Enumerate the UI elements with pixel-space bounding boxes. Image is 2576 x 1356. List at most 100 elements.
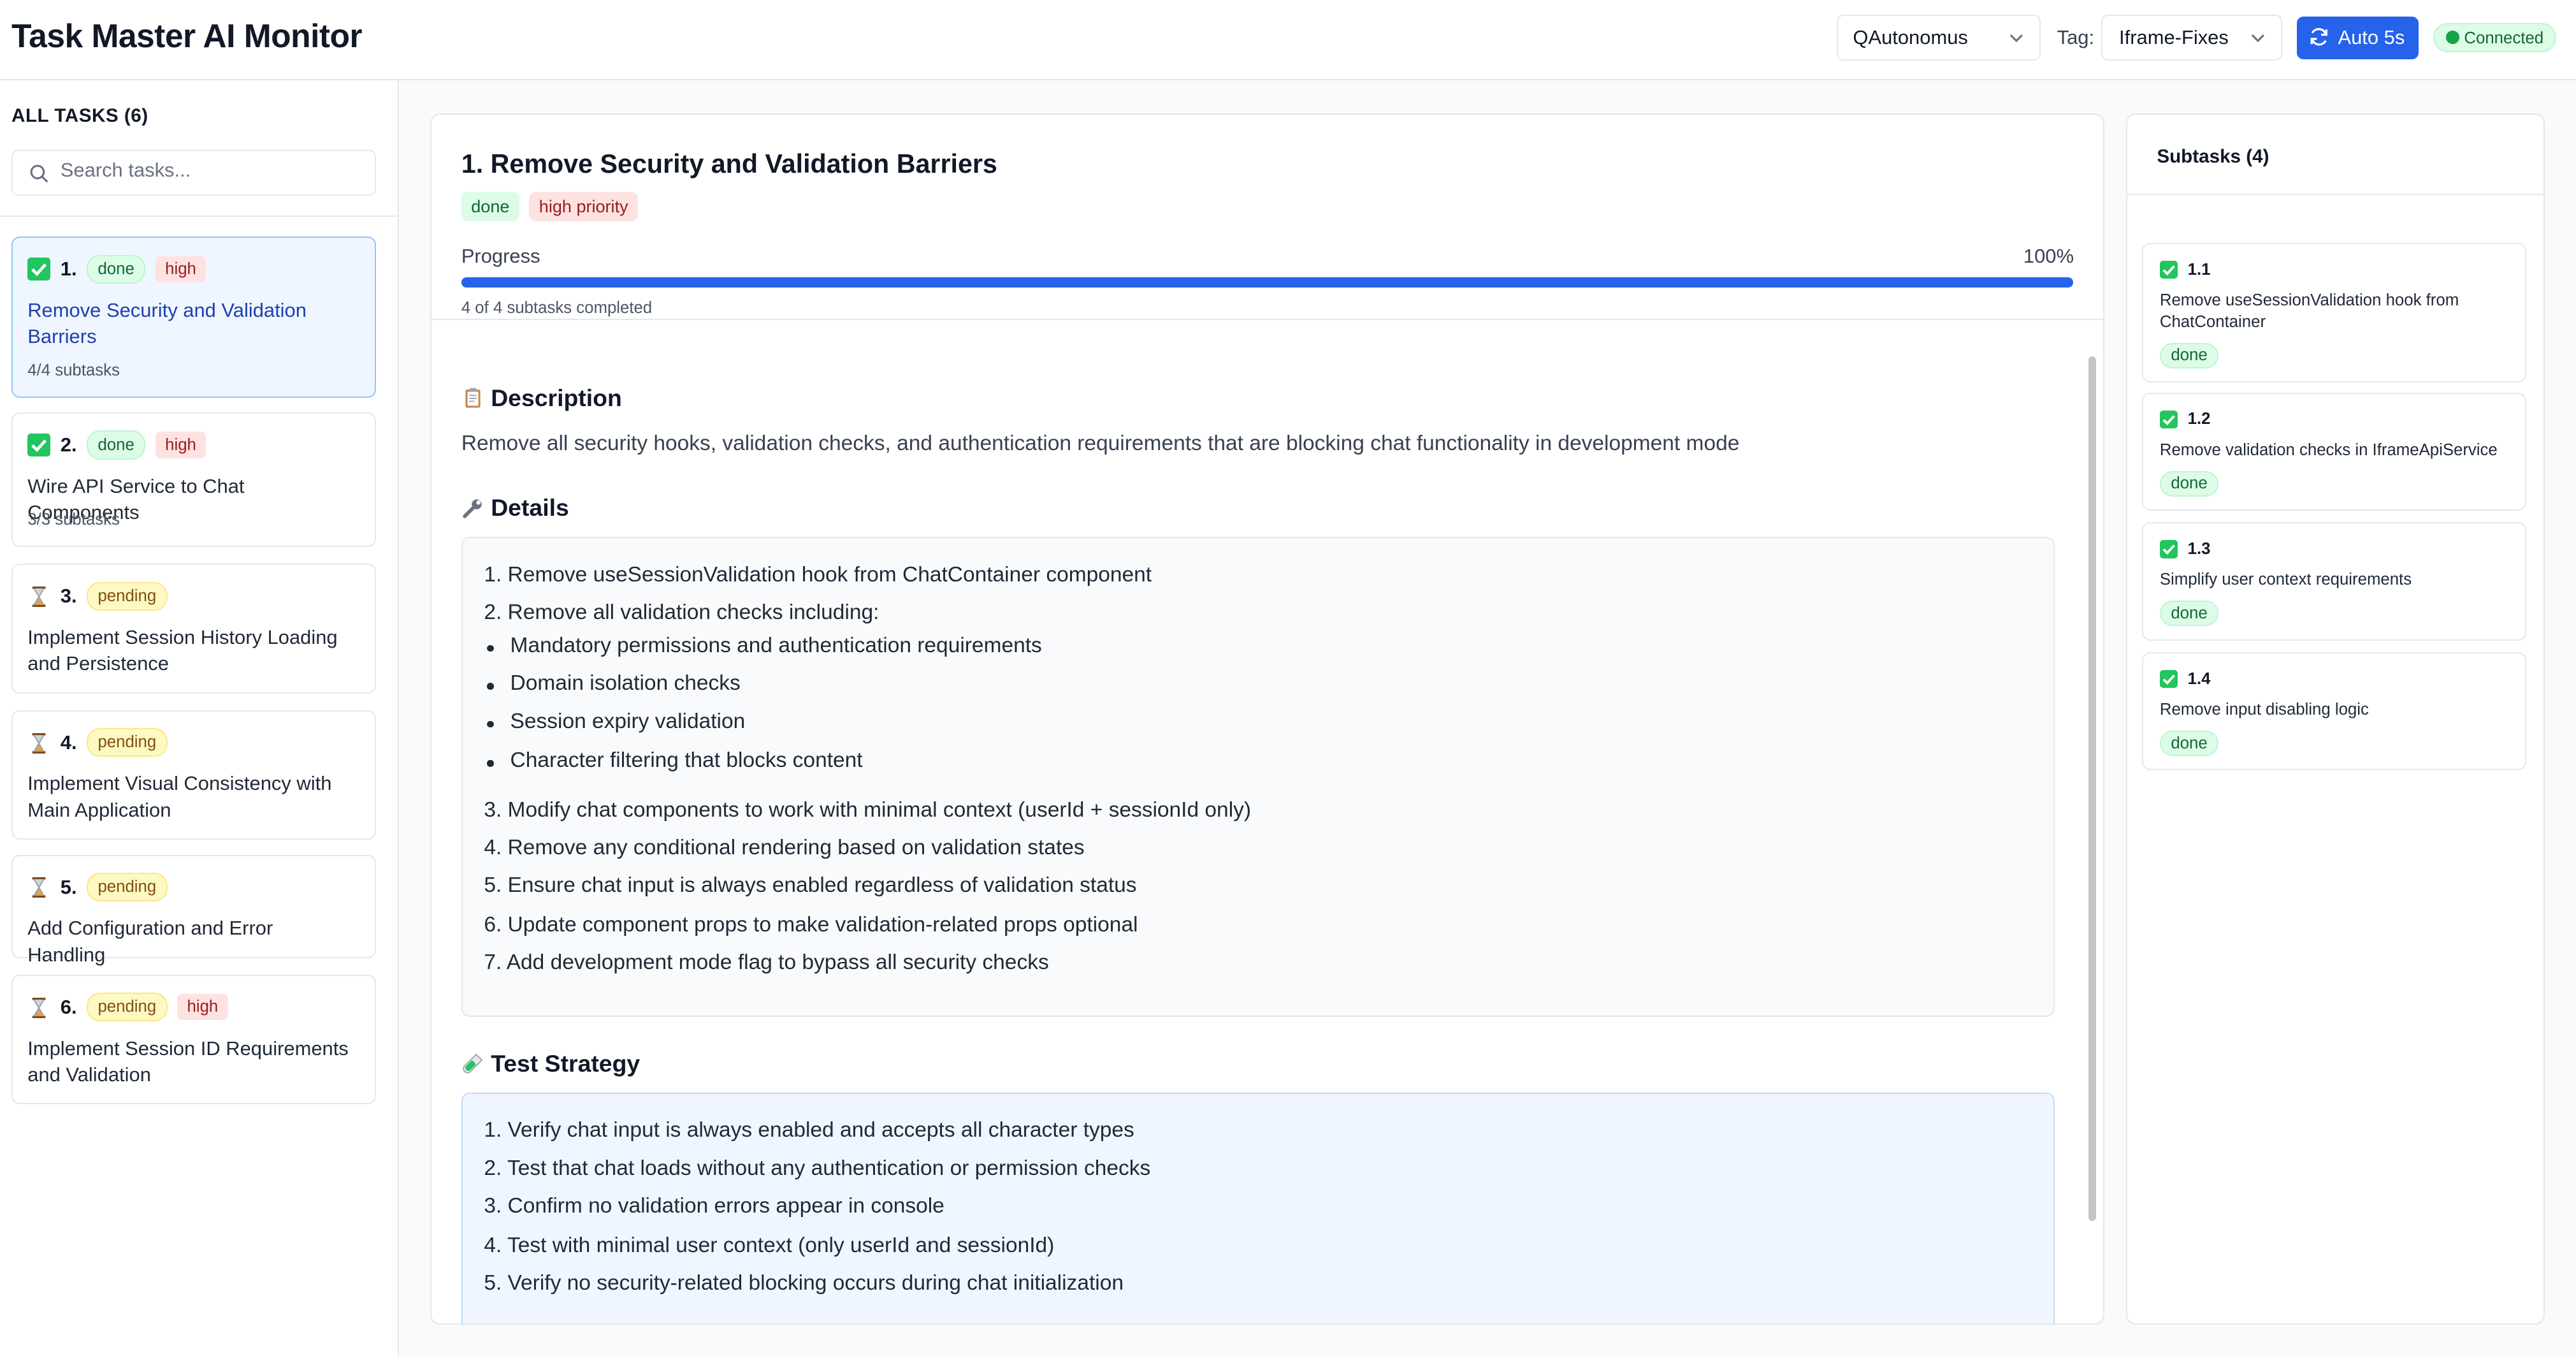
subtasks-heading: Subtasks (4) (2157, 145, 2269, 167)
test-strategy-heading-label: Test Strategy (491, 1049, 640, 1077)
priority-badge: high priority (529, 192, 639, 222)
task-card-2[interactable]: 2. done high Wire API Service to Chat Co… (11, 412, 377, 548)
top-header: Task Master AI Monitor QAutonomus Tag: I… (0, 0, 2576, 81)
task-card-1[interactable]: 1. done high Remove Security and Validat… (11, 237, 377, 398)
task-card-5[interactable]: 5. pending Add Configuration and Error H… (11, 854, 377, 966)
details-step: 3. Modify chat components to work with m… (484, 798, 1252, 822)
status-badge: pending (87, 728, 168, 757)
divider (0, 215, 398, 217)
priority-badge: high (155, 432, 206, 458)
description-heading-label: Description (491, 384, 622, 411)
details-bullet-text: Mandatory permissions and authentication… (510, 633, 1042, 657)
subtask-id: 1.4 (2187, 669, 2211, 688)
task-card-4[interactable]: 4. pending Implement Visual Consistency … (11, 710, 377, 840)
subtask-title: Remove validation checks in IframeApiSer… (2159, 441, 2498, 459)
subtask-card-1-4[interactable]: 1.4 Remove input disabling logic done (2142, 652, 2527, 771)
progress-bar-fill (461, 277, 2073, 288)
subtask-count: 4/4 subtasks (27, 361, 120, 379)
task-number: 6. (60, 995, 77, 1018)
task-title: Implement Session ID Requirements and Va… (27, 1037, 349, 1086)
priority-badge: high (155, 256, 206, 282)
task-number: 2. (60, 434, 77, 456)
details-step: 7. Add development mode flag to bypass a… (484, 951, 1049, 975)
auto-refresh-button[interactable]: Auto 5s (2297, 16, 2419, 59)
check-icon (2159, 410, 2178, 428)
task-title: Implement Visual Consistency with Main A… (27, 772, 332, 821)
subtask-id: 1.1 (2187, 260, 2211, 279)
details-heading: Details (461, 494, 569, 521)
test-step: 3. Confirm no validation errors appear i… (484, 1194, 944, 1218)
status-dot-icon (2446, 31, 2459, 44)
details-step: 4. Remove any conditional rendering base… (484, 836, 1085, 860)
status-badge: done (2159, 470, 2219, 497)
subtask-title: Remove input disabling logic (2159, 701, 2369, 719)
divider (2127, 193, 2543, 196)
details-bullet-text: Character filtering that blocks content (510, 748, 863, 773)
search-box[interactable] (11, 149, 377, 196)
content-scrollbar[interactable] (2085, 350, 2099, 1294)
task-card-6[interactable]: 6. pending high Implement Session ID Req… (11, 974, 377, 1105)
check-icon (27, 258, 51, 281)
wrench-icon (461, 497, 484, 520)
test-strategy-box: 1. Verify chat input is always enabled a… (461, 1092, 2055, 1323)
tag-select-value: Iframe-Fixes (2119, 26, 2229, 48)
subtask-card-1-2[interactable]: 1.2 Remove validation checks in IframeAp… (2142, 392, 2527, 511)
test-step: 1. Verify chat input is always enabled a… (484, 1118, 1134, 1142)
task-detail-panel: 1. Remove Security and Validation Barrie… (430, 113, 2105, 1325)
details-bullet-text: Session expiry validation (510, 709, 746, 733)
details-step: 2. Remove all validation checks includin… (484, 601, 879, 625)
hourglass-icon (27, 996, 50, 1019)
status-badge: done (461, 192, 519, 222)
status-badge: done (87, 254, 146, 284)
auto-refresh-label: Auto 5s (2338, 26, 2405, 49)
check-icon (2159, 669, 2178, 689)
hourglass-icon (27, 585, 50, 608)
subtask-id: 1.3 (2187, 539, 2211, 558)
subtask-title: Simplify user context requirements (2159, 571, 2412, 589)
task-title: Add Configuration and Error Handling (27, 917, 273, 966)
details-step: 5. Ensure chat input is always enabled r… (484, 873, 1137, 898)
details-box: 1. Remove useSessionValidation hook from… (461, 537, 2055, 1017)
progress-subtext: 4 of 4 subtasks completed (461, 298, 653, 317)
project-select[interactable]: QAutonomus (1837, 15, 2041, 61)
status-badge: done (2159, 342, 2219, 368)
description-text: Remove all security hooks, validation ch… (461, 432, 1740, 456)
details-step: 1. Remove useSessionValidation hook from… (484, 563, 1152, 587)
search-icon (30, 164, 48, 183)
tag-select[interactable]: Iframe-Fixes (2101, 15, 2282, 61)
subtask-title: Remove useSessionValidation hook from Ch… (2159, 291, 2459, 331)
test-step: 2. Test that chat loads without any auth… (484, 1156, 1151, 1180)
status-badge: done (2159, 731, 2219, 757)
check-icon (27, 433, 51, 457)
clipboard-icon (461, 386, 484, 409)
task-title: Implement Session History Loading and Pe… (27, 626, 338, 675)
subtask-card-1-3[interactable]: 1.3 Simplify user context requirements d… (2142, 522, 2527, 641)
task-number: 3. (60, 585, 77, 608)
details-step: 6. Update component props to make valida… (484, 913, 1138, 937)
status-badge: done (2159, 601, 2219, 627)
scrollbar-thumb[interactable] (2088, 356, 2097, 1221)
progress-bar (461, 277, 2073, 288)
progress-percent: 100% (2023, 244, 2074, 267)
connection-status-label: Connected (2464, 29, 2544, 47)
refresh-icon (2310, 28, 2327, 46)
status-badge: pending (87, 993, 168, 1022)
test-strategy-heading: Test Strategy (461, 1050, 640, 1077)
search-input[interactable] (60, 159, 356, 182)
description-heading: Description (461, 384, 622, 412)
details-heading-label: Details (491, 494, 569, 521)
hourglass-icon (27, 875, 50, 898)
task-card-3[interactable]: 3. pending Implement Session History Loa… (11, 564, 377, 694)
subtask-card-1-1[interactable]: 1.1 Remove useSessionValidation hook fro… (2142, 242, 2527, 383)
subtask-count: 3/3 subtasks (27, 511, 120, 529)
status-badge: pending (87, 581, 168, 611)
task-title: Remove Security and Validation Barriers (27, 299, 307, 348)
test-step: 5. Verify no security-related blocking o… (484, 1271, 1124, 1295)
task-number: 1. (60, 258, 77, 281)
connection-status-badge: Connected (2433, 23, 2557, 53)
all-tasks-heading: ALL TASKS (6) (11, 105, 148, 126)
tag-label: Tag: (2057, 26, 2095, 49)
test-step: 4. Test with minimal user context (only … (484, 1233, 1055, 1257)
app-title: Task Master AI Monitor (11, 17, 363, 54)
check-icon (2159, 261, 2178, 279)
